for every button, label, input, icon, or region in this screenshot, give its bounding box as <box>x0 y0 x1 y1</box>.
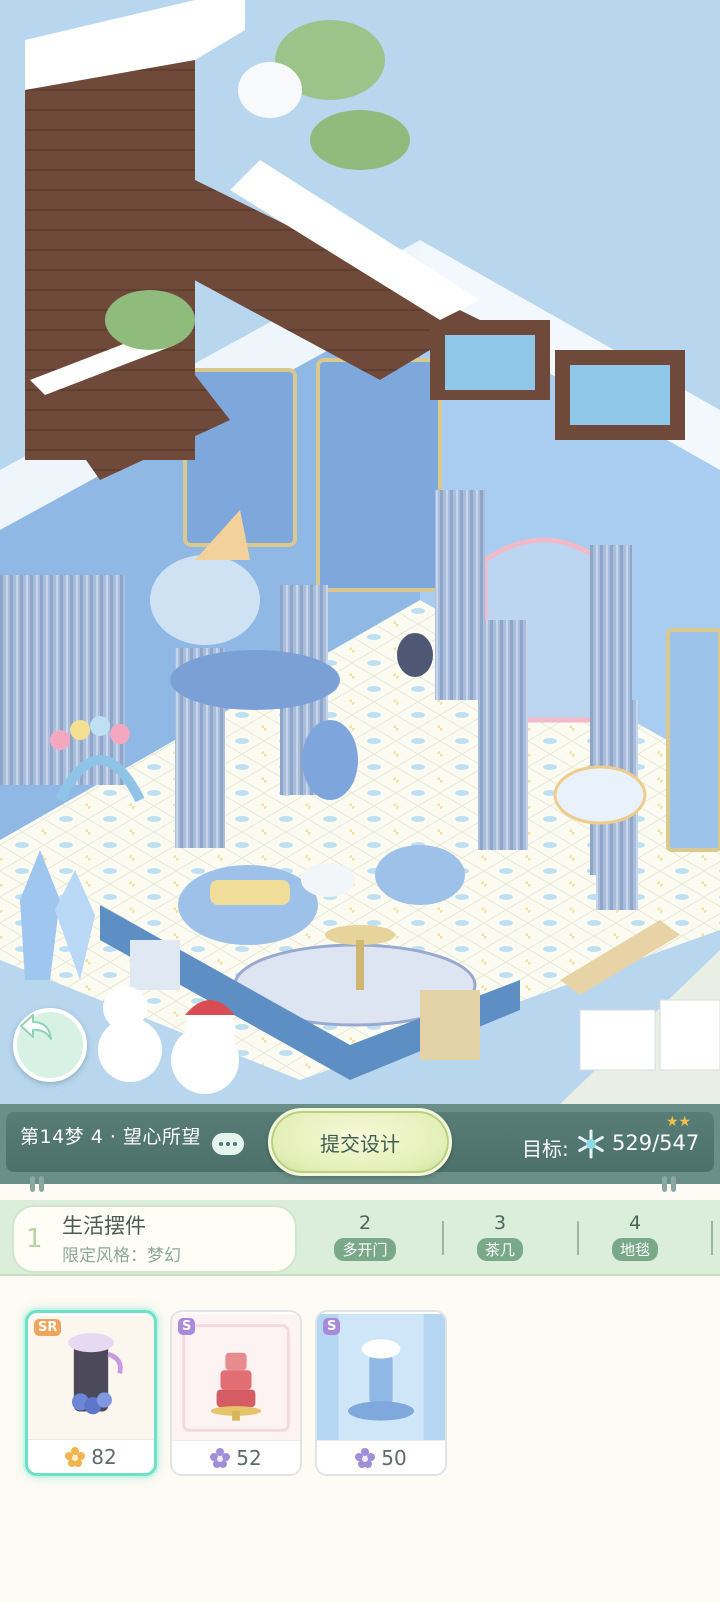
submit-design-button[interactable]: 提交设计 <box>268 1108 452 1176</box>
tab-active-title: 生活摆件 <box>62 1214 146 1238</box>
item-card-s-tower[interactable]: S 50 <box>315 1310 447 1476</box>
tab-label: 地毯 <box>611 1238 658 1261</box>
rarity-badge: S <box>178 1318 196 1335</box>
room-scene[interactable] <box>0 0 720 1104</box>
target-label: 目标: <box>522 1137 569 1161</box>
tab-index: 3 <box>493 1212 507 1234</box>
card-footer: 82 <box>28 1439 154 1473</box>
tab-divider <box>577 1221 579 1255</box>
item-card-sr[interactable]: SR 82 <box>25 1310 157 1476</box>
panel-hinge-left <box>30 1176 50 1194</box>
tab-label: 多开门 <box>334 1238 396 1261</box>
back-button[interactable] <box>13 1008 87 1082</box>
item-value: 82 <box>91 1444 117 1469</box>
card-footer: 52 <box>172 1440 300 1474</box>
tab-index: 2 <box>358 1212 372 1234</box>
room-illustration <box>0 0 720 1104</box>
star-rating-icon: ★★ <box>666 1114 692 1130</box>
item-value: 52 <box>236 1445 262 1470</box>
game-screen: 第14梦 4 · 望心所望 提交设计 目标: 529/547 ★★ 1 生活摆件… <box>0 0 720 1602</box>
tab-index: 4 <box>628 1212 642 1234</box>
level-label: 第14梦 4 · 望心所望 <box>20 1126 201 1148</box>
tab-divider <box>442 1221 444 1255</box>
target-progress-value: 529/547 <box>612 1131 700 1155</box>
tab-divider <box>711 1221 713 1255</box>
item-value: 50 <box>381 1445 407 1470</box>
panel-hinge-right <box>662 1176 682 1194</box>
tab-carpet[interactable]: 4 地毯 <box>590 1212 680 1261</box>
tab-active-index: 1 <box>26 1224 43 1254</box>
tab-coffee-table[interactable]: 3 茶几 <box>455 1212 545 1261</box>
flower-currency-icon <box>65 1446 86 1467</box>
tab-multi-door[interactable]: 2 多开门 <box>320 1212 410 1261</box>
flower-currency-icon <box>355 1447 376 1468</box>
rarity-badge: SR <box>34 1319 62 1336</box>
card-footer: 50 <box>317 1440 445 1474</box>
snowflake-icon <box>578 1129 604 1159</box>
item-card-s-cake[interactable]: S 52 <box>170 1310 302 1476</box>
flower-currency-icon <box>210 1447 231 1468</box>
back-arrow-icon <box>20 1014 52 1040</box>
chat-bubble-icon[interactable] <box>212 1133 244 1155</box>
tab-active-style: 限定风格：梦幻 <box>62 1246 181 1266</box>
tab-label: 茶几 <box>476 1238 523 1261</box>
rarity-badge: S <box>323 1318 341 1335</box>
